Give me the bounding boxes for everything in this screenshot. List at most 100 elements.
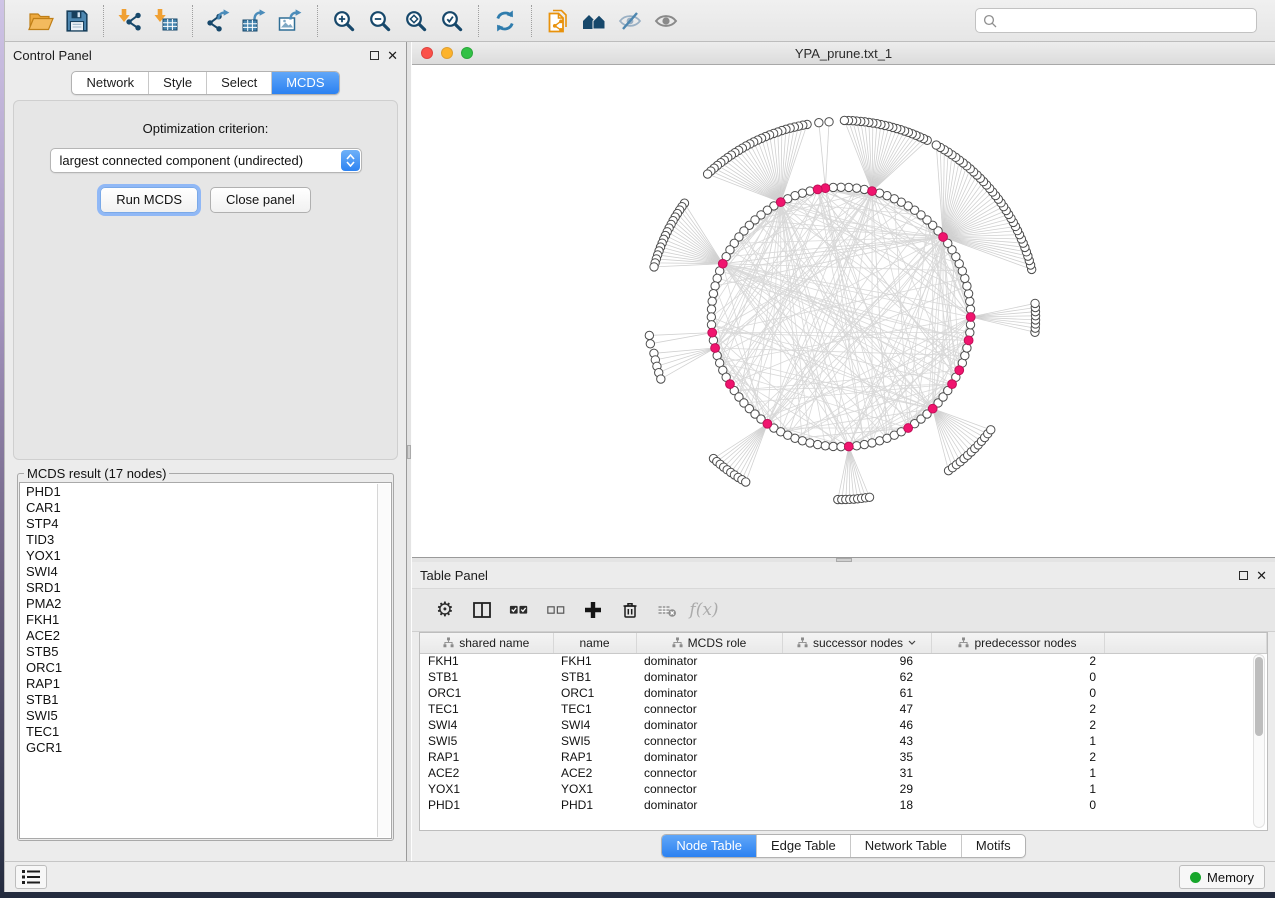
tab-edge-table[interactable]: Edge Table	[756, 835, 850, 857]
table-row[interactable]: PHD1PHD1dominator180	[420, 797, 1267, 813]
column-header-name[interactable]: name	[553, 633, 636, 653]
tab-node-table[interactable]: Node Table	[662, 835, 756, 857]
tab-style[interactable]: Style	[148, 72, 206, 94]
node-table: shared namenameMCDS rolesuccessor nodesp…	[420, 633, 1267, 813]
horizontal-splitter[interactable]	[412, 557, 1275, 562]
table-settings-button[interactable]: ⚙	[430, 595, 460, 625]
table-row[interactable]: FKH1FKH1dominator962	[420, 653, 1267, 669]
tab-select[interactable]: Select	[206, 72, 271, 94]
close-panel-icon[interactable]: ✕	[1256, 569, 1267, 582]
table-row[interactable]: RAP1RAP1dominator352	[420, 749, 1267, 765]
network-window-title: YPA_prune.txt_1	[412, 46, 1275, 61]
table-scrollbar[interactable]	[1253, 654, 1265, 828]
mcds-result-item[interactable]: YOX1	[21, 548, 377, 564]
memory-button[interactable]: Memory	[1179, 865, 1265, 889]
table-panel-titlebar: Table Panel ✕	[412, 562, 1275, 588]
control-panel: Control Panel ✕ NetworkStyleSelectMCDS O…	[5, 42, 406, 861]
toolbar-group	[317, 5, 478, 37]
toolbar-group	[15, 5, 103, 37]
apply-preferred-layout-button[interactable]	[487, 6, 523, 36]
new-network-from-selection-button[interactable]	[540, 6, 576, 36]
table-scrollbar-thumb[interactable]	[1255, 657, 1263, 736]
hide-selection-button[interactable]	[612, 6, 648, 36]
zoom-fit-icon	[403, 9, 429, 33]
splitter-grip-icon[interactable]	[836, 558, 852, 562]
mcds-result-item[interactable]: PMA2	[21, 596, 377, 612]
mcds-result-item[interactable]: STP4	[21, 516, 377, 532]
add-column-button[interactable]	[578, 595, 608, 625]
tab-network[interactable]: Network	[72, 72, 148, 94]
list-icon	[21, 869, 41, 885]
mcds-result-item[interactable]: ORC1	[21, 660, 377, 676]
export-table-icon	[242, 9, 268, 33]
mcds-result-item[interactable]: FKH1	[21, 612, 377, 628]
table-row[interactable]: ORC1ORC1dominator610	[420, 685, 1267, 701]
mcds-result-item[interactable]: STB5	[21, 644, 377, 660]
column-header-shared-name[interactable]: shared name	[420, 633, 553, 653]
table-row[interactable]: YOX1YOX1connector291	[420, 781, 1267, 797]
shared-column-icon	[958, 637, 969, 648]
import-network-file-icon	[117, 9, 143, 33]
splitter-grip-icon[interactable]	[407, 445, 411, 459]
mcds-result-item[interactable]: RAP1	[21, 676, 377, 692]
close-panel-icon[interactable]: ✕	[387, 49, 398, 62]
float-panel-icon[interactable]	[370, 51, 379, 60]
open-file-button[interactable]	[23, 6, 59, 36]
table-row[interactable]: SWI5SWI5connector431	[420, 733, 1267, 749]
mcds-result-item[interactable]: SWI4	[21, 564, 377, 580]
mcds-result-item[interactable]: SWI5	[21, 708, 377, 724]
table-row[interactable]: STB1STB1dominator620	[420, 669, 1267, 685]
show-all-button[interactable]	[648, 6, 684, 36]
mcds-list-scrollbar[interactable]	[377, 484, 390, 837]
tab-motifs[interactable]: Motifs	[961, 835, 1025, 857]
mcds-result-item[interactable]: CAR1	[21, 500, 377, 516]
zoom-selected-button[interactable]	[434, 6, 470, 36]
zoom-in-button[interactable]	[326, 6, 362, 36]
table-row[interactable]: ACE2ACE2connector311	[420, 765, 1267, 781]
mcds-result-title: MCDS result (17 nodes)	[24, 466, 169, 481]
delete-column-button[interactable]	[615, 595, 645, 625]
mcds-result-group: MCDS result (17 nodes) PHD1CAR1STP4TID3Y…	[17, 466, 394, 841]
export-table-button[interactable]	[237, 6, 273, 36]
column-header-successor-nodes[interactable]: successor nodes	[782, 633, 931, 653]
control-panel-titlebar: Control Panel ✕	[5, 42, 406, 68]
zoom-in-icon	[331, 9, 357, 33]
mcds-result-item[interactable]: PHD1	[21, 484, 377, 500]
vertical-splitter[interactable]	[406, 42, 412, 861]
select-first-neighbors-button[interactable]	[576, 6, 612, 36]
network-graph[interactable]	[412, 65, 1275, 557]
table-row[interactable]: TEC1TEC1connector472	[420, 701, 1267, 717]
mcds-result-item[interactable]: GCR1	[21, 740, 377, 756]
network-canvas[interactable]	[412, 65, 1275, 557]
mcds-result-item[interactable]: TEC1	[21, 724, 377, 740]
close-panel-button[interactable]: Close panel	[210, 187, 311, 213]
tab-mcds[interactable]: MCDS	[271, 72, 338, 94]
save-session-button[interactable]	[59, 6, 95, 36]
zoom-fit-button[interactable]	[398, 6, 434, 36]
zoom-out-button[interactable]	[362, 6, 398, 36]
mcds-result-item[interactable]: SRD1	[21, 580, 377, 596]
deselect-all-rows-button[interactable]	[541, 595, 571, 625]
import-table-file-button[interactable]	[148, 6, 184, 36]
mcds-result-item[interactable]: ACE2	[21, 628, 377, 644]
float-panel-icon[interactable]	[1239, 571, 1248, 580]
run-mcds-button[interactable]: Run MCDS	[100, 187, 198, 213]
function-builder-icon: f(x)	[689, 600, 718, 620]
export-image-button[interactable]	[273, 6, 309, 36]
column-header-MCDS-role[interactable]: MCDS role	[636, 633, 782, 653]
import-network-file-button[interactable]	[112, 6, 148, 36]
task-history-button[interactable]	[15, 865, 47, 889]
show-columns-button[interactable]	[467, 595, 497, 625]
optimization-criterion-select[interactable]: largest connected component (undirected)	[50, 148, 362, 173]
table-toolbar: ⚙ f(x)	[412, 588, 1275, 632]
export-network-button[interactable]	[201, 6, 237, 36]
tab-network-table[interactable]: Network Table	[850, 835, 961, 857]
mcds-result-item[interactable]: TID3	[21, 532, 377, 548]
column-header-predecessor-nodes[interactable]: predecessor nodes	[931, 633, 1104, 653]
search-input[interactable]	[1002, 10, 1250, 31]
select-all-rows-button[interactable]	[504, 595, 534, 625]
mcds-result-item[interactable]: STB1	[21, 692, 377, 708]
table-tabs: Node TableEdge TableNetwork TableMotifs	[412, 831, 1275, 861]
table-row[interactable]: SWI4SWI4dominator462	[420, 717, 1267, 733]
delete-column-icon	[620, 600, 640, 620]
